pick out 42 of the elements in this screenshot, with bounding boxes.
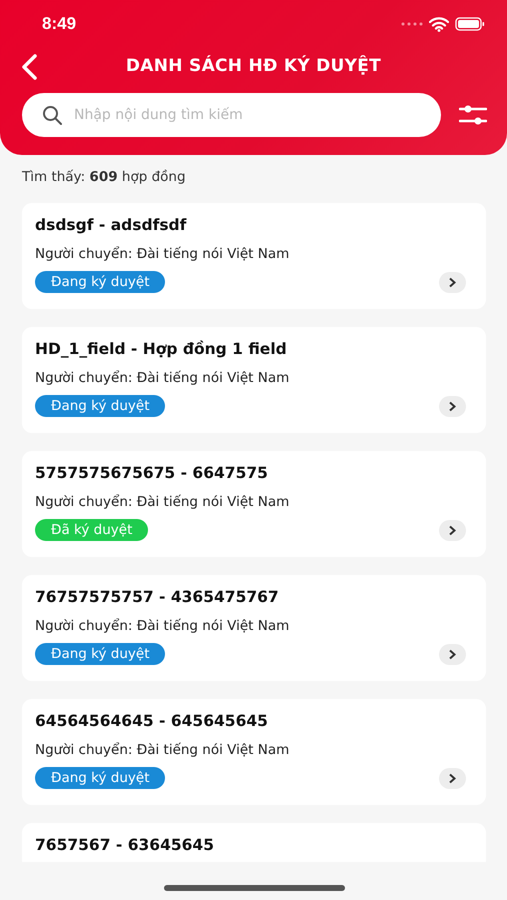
contract-title: 64564564645 - 645645645 (35, 712, 269, 730)
contract-title: 5757575675675 - 6647575 (35, 464, 269, 482)
result-count: Tìm thấy: 609 hợp đồng (21, 168, 187, 185)
contract-sender: Người chuyển: Đài tiếng nói Việt Nam (35, 370, 290, 386)
status-badge: Đang ký duyệt (35, 271, 166, 293)
contract-card[interactable]: 76757575757 - 4365475767 Người chuyển: Đài tiếng nói Việt Nam Đang ký duyệt (22, 575, 486, 681)
contract-sender: Người chuyển: Đài tiếng nói Việt Nam (35, 246, 290, 262)
chevron-icon (448, 276, 457, 288)
contract-sender: Người chuyển: Đài tiếng nói Việt Nam (35, 742, 290, 758)
page-title: DANH SÁCH HĐ KÝ DUYỆT (126, 56, 382, 76)
chevron-button[interactable] (439, 768, 466, 788)
status-badge: Đang ký duyệt (35, 767, 166, 789)
status-badge: Đã ký duyệt (35, 519, 148, 541)
filter-icon[interactable] (459, 103, 487, 127)
chevron-button[interactable] (439, 396, 466, 416)
contract-card[interactable]: 64564564645 - 645645645 Người chuyển: Đài tiếng nói Việt Nam Đang ký duyệt (22, 699, 486, 805)
chevron-button[interactable] (439, 272, 466, 292)
chevron-icon (448, 400, 457, 412)
chevron-icon (448, 772, 457, 784)
status-badge: Đang ký duyệt (35, 643, 166, 665)
chevron-button[interactable] (439, 520, 466, 540)
contract-title: 7657567 - 63645645 (35, 836, 215, 854)
contract-sender: Người chuyển: Đài tiếng nói Việt Nam (35, 494, 290, 510)
contract-title: HD_1_field - Hợp đồng 1 field (35, 340, 288, 358)
contract-card[interactable]: 7657567 - 63645645 (22, 823, 486, 862)
contract-card[interactable]: HD_1_field - Hợp đồng 1 field Người chuyển: Đài tiếng nói Việt Nam Đang ký duyệt (22, 327, 486, 433)
status-time: 8:49 (42, 14, 76, 34)
contract-card[interactable]: dsdsgf - adsdfsdf Người chuyển: Đài tiếng nói Việt Nam Đang ký duyệt (22, 203, 486, 309)
contract-title: dsdsgf - adsdfsdf (35, 216, 188, 234)
wifi-icon (429, 16, 449, 32)
status-badge: Đang ký duyệt (35, 395, 166, 417)
chevron-button[interactable] (439, 644, 466, 664)
contract-card[interactable]: 5757575675675 - 6647575 Người chuyển: Đài tiếng nói Việt Nam Đã ký duyệt (22, 451, 486, 557)
chevron-icon (448, 524, 457, 536)
signal-icon (401, 22, 423, 26)
search-field[interactable]: Nhập nội dung tìm kiếm (22, 93, 441, 137)
battery-icon (455, 17, 485, 31)
contract-sender: Người chuyển: Đài tiếng nói Việt Nam (35, 618, 290, 634)
chevron-icon (448, 648, 457, 660)
search-icon (42, 105, 62, 125)
back-icon[interactable] (20, 54, 38, 80)
contract-title: 76757575757 - 4365475767 (35, 588, 280, 606)
